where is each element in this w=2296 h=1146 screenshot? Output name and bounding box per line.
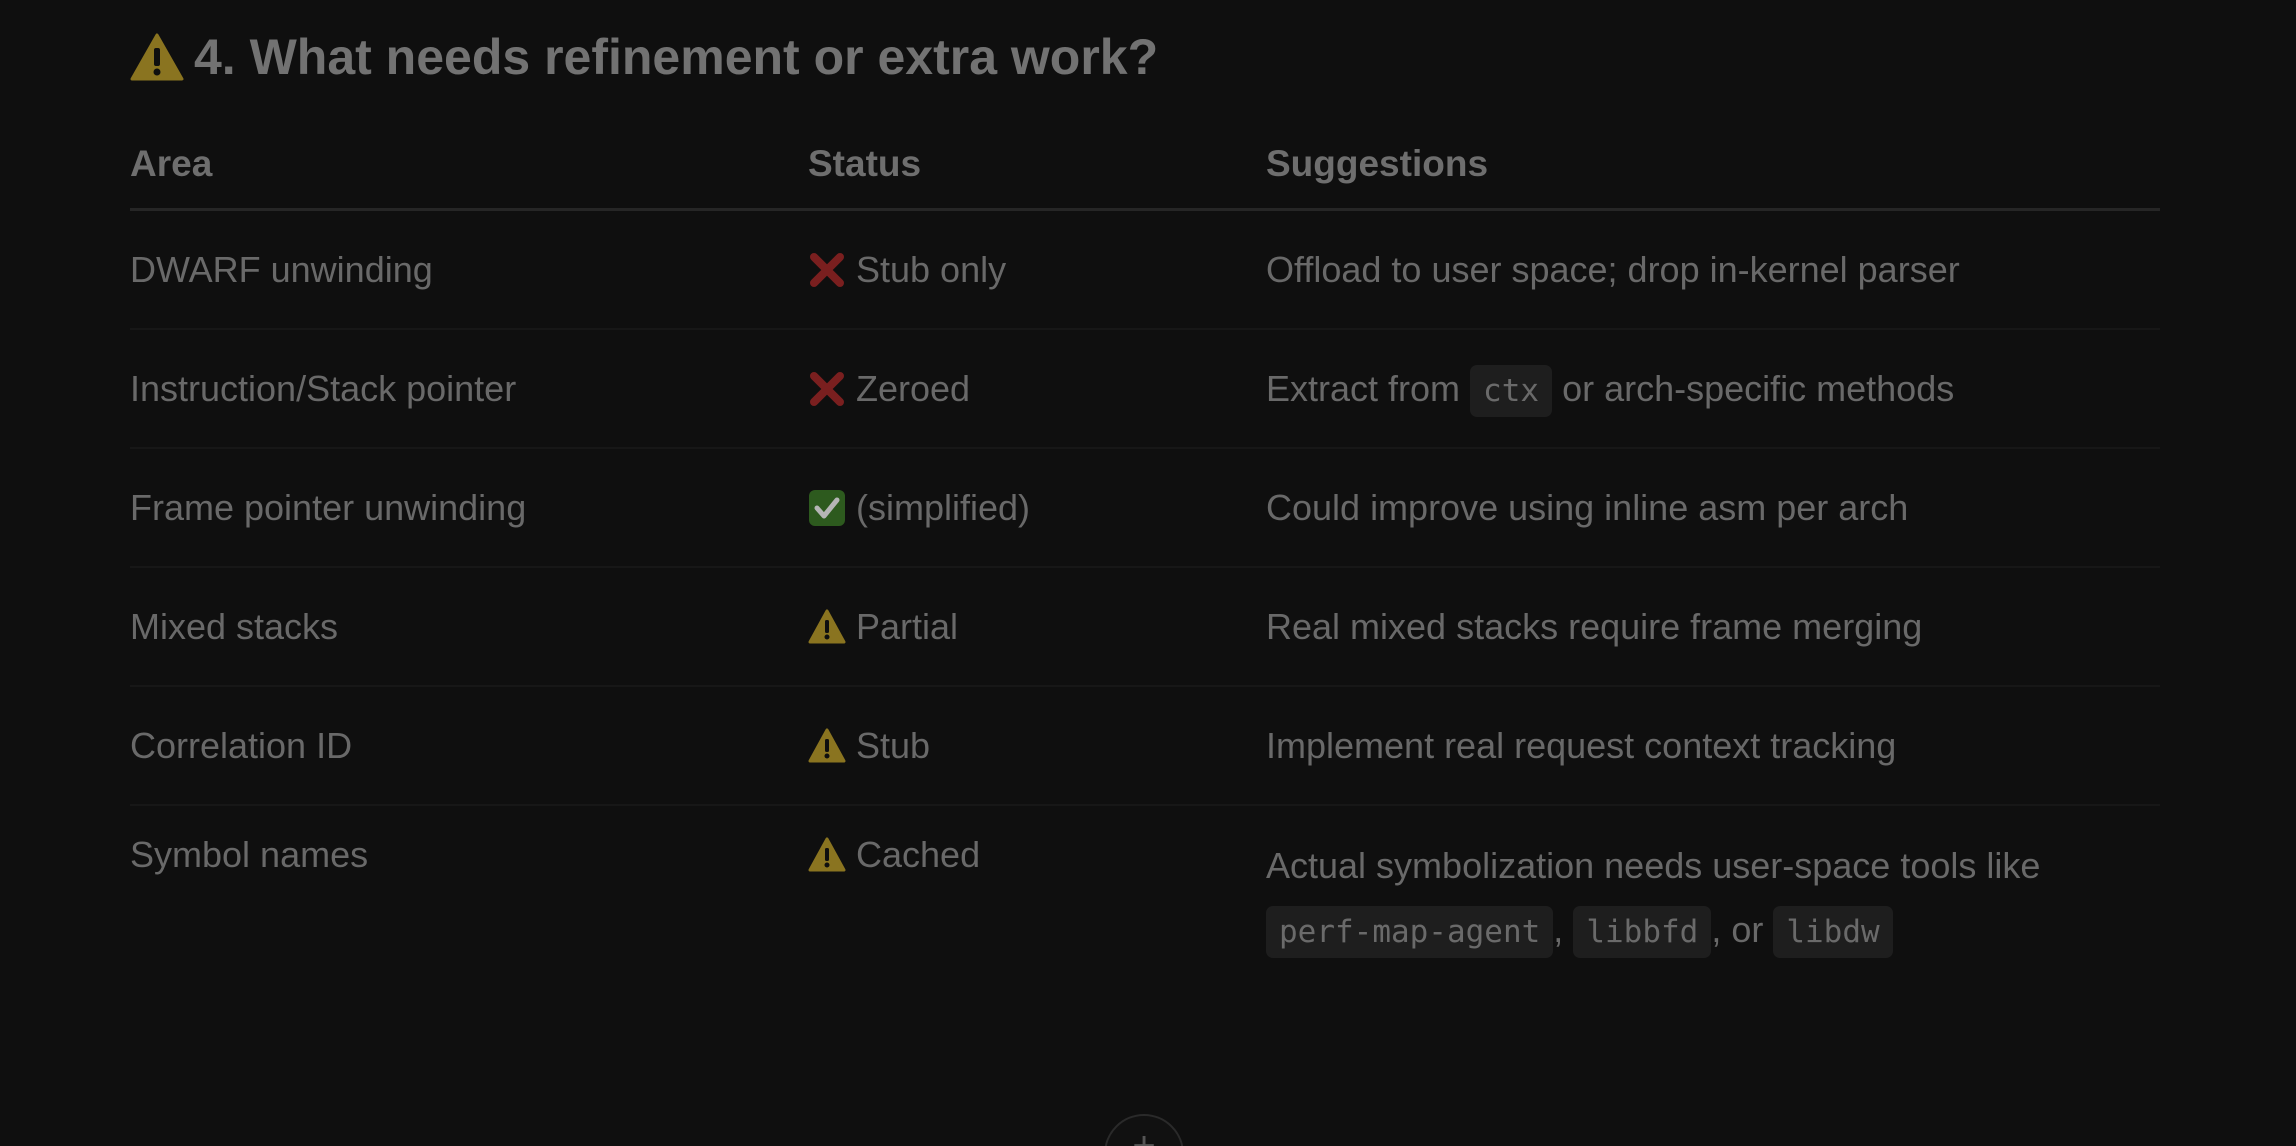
refinement-table: Area Status Suggestions DWARF unwinding … <box>130 120 2160 964</box>
status-text: Cached <box>856 834 981 875</box>
status-text: Stub only <box>856 248 1007 290</box>
status-text: (simplified) <box>856 486 1031 528</box>
status-text: Zeroed <box>856 367 971 409</box>
table-row: Frame pointer unwinding (simplified) Cou… <box>130 448 2160 568</box>
table-row: Correlation ID Stub Implement real reque… <box>130 686 2160 806</box>
suggestion-text: Extract from <box>1266 367 1461 409</box>
table-row: DWARF unwinding Stub only Offload to use… <box>130 209 2160 330</box>
suggestion-cell: Implement real request context tracking <box>1266 686 2160 806</box>
cross-icon <box>808 370 846 408</box>
status-cell: Stub <box>808 686 1266 806</box>
table-row: Instruction/Stack pointer Zeroed Extract… <box>130 329 2160 449</box>
status-cell: Stub only <box>808 209 1266 330</box>
area-cell: Instruction/Stack pointer <box>130 329 808 449</box>
status-cell: Partial <box>808 567 1266 687</box>
area-cell: Mixed stacks <box>130 567 808 687</box>
suggestion-cell: Offload to user space; drop in-kernel pa… <box>1266 209 2160 330</box>
status-text: Partial <box>856 605 959 647</box>
separator-text: , <box>1553 909 1564 950</box>
status-text: Stub <box>856 724 931 766</box>
warning-icon <box>808 608 846 646</box>
plus-icon: + <box>1132 1124 1156 1146</box>
status-cell: (simplified) <box>808 448 1266 568</box>
area-cell: DWARF unwinding <box>130 209 808 330</box>
suggestion-cell: Could improve using inline asm per arch <box>1266 448 2160 568</box>
inline-code: ctx <box>1470 364 1553 417</box>
suggestion-text: or arch-specific methods <box>1562 367 1955 409</box>
suggestion-cell: Real mixed stacks require frame merging <box>1266 567 2160 687</box>
column-header-status: Status <box>808 120 1266 211</box>
suggestion-text: Actual symbolization needs user-space to… <box>1266 845 2041 886</box>
section-heading: 4. What needs refinement or extra work? <box>130 0 2160 117</box>
area-cell: Correlation ID <box>130 686 808 806</box>
inline-code: libbfd <box>1573 906 1712 958</box>
warning-icon <box>808 836 846 874</box>
document-content: 4. What needs refinement or extra work? … <box>130 0 2160 964</box>
table-row: Symbol names Cached Actual symbolization… <box>130 805 2160 964</box>
suggestion-cell: Extract from ctx or arch-specific method… <box>1266 329 2160 449</box>
warning-icon <box>130 32 184 82</box>
status-cell: Zeroed <box>808 329 1266 449</box>
check-icon <box>808 489 846 527</box>
cross-icon <box>808 251 846 289</box>
inline-code: perf-map-agent <box>1266 906 1554 958</box>
separator-text: , or <box>1711 909 1764 950</box>
warning-icon <box>808 727 846 765</box>
section-title: 4. What needs refinement or extra work? <box>194 29 1159 85</box>
status-cell: Cached <box>808 805 1266 964</box>
inline-code: libdw <box>1773 906 1893 958</box>
suggestion-cell: Actual symbolization needs user-space to… <box>1266 805 2160 964</box>
area-cell: Frame pointer unwinding <box>130 448 808 568</box>
table-row: Mixed stacks Partial Real mixed stacks r… <box>130 567 2160 687</box>
column-header-suggestions: Suggestions <box>1266 120 2160 211</box>
add-block-button[interactable]: + <box>1104 1114 1184 1146</box>
area-cell: Symbol names <box>130 834 369 875</box>
column-header-area: Area <box>130 120 808 211</box>
table-header-row: Area Status Suggestions <box>130 120 2160 211</box>
